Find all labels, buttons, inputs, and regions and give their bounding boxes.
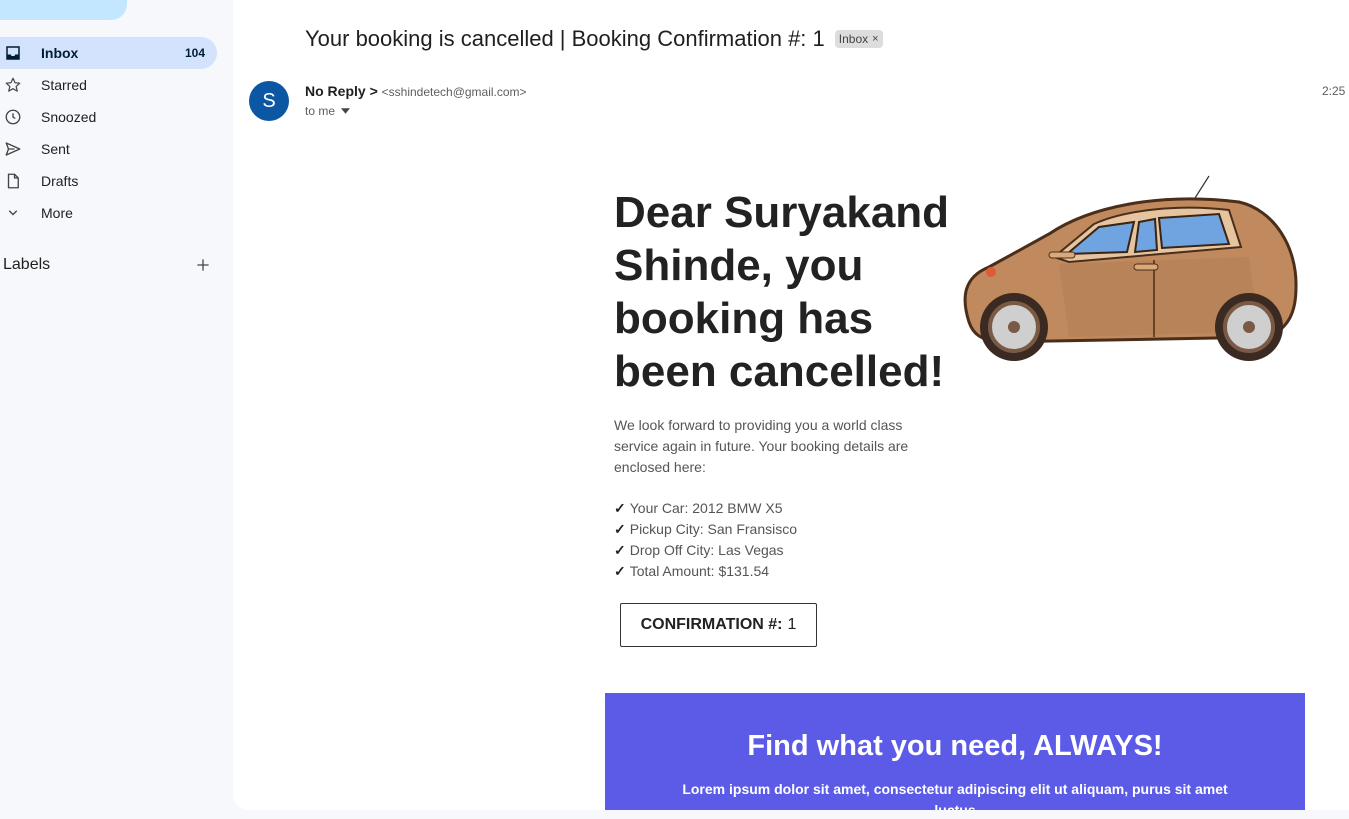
confirmation-label: CONFIRMATION #: xyxy=(640,616,783,633)
check-icon: ✓ xyxy=(614,500,626,516)
email-headline: Dear Suryakand Shinde, you booking has b… xyxy=(614,188,950,396)
labels-header: Labels xyxy=(3,255,213,275)
check-icon: ✓ xyxy=(614,563,626,579)
email-time: 2:25 PM xyxy=(1322,84,1349,98)
sidebar-item-more[interactable]: More xyxy=(0,197,217,229)
booking-details-list: ✓ Your Car: 2012 BMW X5 ✓ Pickup City: San… xyxy=(614,498,797,582)
sender-email: <sshindetech@gmail.com> xyxy=(381,85,527,99)
detail-text: Total Amount: $131.54 xyxy=(629,563,770,579)
detail-item-dropoff: ✓ Drop Off City: Las Vegas xyxy=(614,540,797,561)
detail-text: Your Car: 2012 BMW X5 xyxy=(629,500,783,516)
sidebar-item-label: More xyxy=(41,205,73,221)
star-icon xyxy=(4,76,22,94)
sidebar-item-inbox[interactable]: Inbox 104 xyxy=(0,37,217,69)
inbox-count: 104 xyxy=(184,46,205,60)
check-icon: ✓ xyxy=(614,521,626,537)
confirmation-value: 1 xyxy=(787,616,797,633)
subject-text: Your booking is cancelled | Booking Conf… xyxy=(305,26,825,51)
sidebar-item-starred[interactable]: Starred xyxy=(0,69,217,101)
chip-label: Inbox xyxy=(838,32,869,46)
sender-line: No Reply > <sshindetech@gmail.com> xyxy=(305,83,527,99)
sidebar-item-label: Inbox xyxy=(41,45,79,61)
car-illustration xyxy=(959,172,1304,372)
caret-down-icon xyxy=(341,108,351,114)
detail-item-car: ✓ Your Car: 2012 BMW X5 xyxy=(614,498,797,519)
compose-button[interactable] xyxy=(0,0,127,20)
email-subject: Your booking is cancelled | Booking Conf… xyxy=(305,26,883,52)
sidebar-item-label: Drafts xyxy=(41,173,79,189)
detail-text: Drop Off City: Las Vegas xyxy=(629,542,784,558)
detail-item-pickup: ✓ Pickup City: San Fransisco xyxy=(614,519,797,540)
chevron-down-icon xyxy=(4,204,22,222)
inbox-icon xyxy=(4,44,22,62)
promo-banner: Find what you need, ALWAYS! Lorem ipsum … xyxy=(605,693,1305,810)
banner-text: Lorem ipsum dolor sit amet, consectetur … xyxy=(682,781,1228,810)
email-intro: We look forward to providing you a world… xyxy=(614,417,909,475)
detail-item-total: ✓ Total Amount: $131.54 xyxy=(614,561,797,582)
recipient-details-toggle[interactable]: to me xyxy=(305,104,351,118)
check-icon: ✓ xyxy=(614,542,626,558)
sender-name[interactable]: No Reply > xyxy=(305,83,378,99)
sidebar-item-snoozed[interactable]: Snoozed xyxy=(0,101,217,133)
detail-text: Pickup City: San Fransisco xyxy=(629,521,798,537)
to-label: to me xyxy=(305,104,336,118)
sidebar-item-sent[interactable]: Sent xyxy=(0,133,217,165)
sidebar-nav: Inbox 104 Starred Snoozed Sent Drafts Mo… xyxy=(0,37,233,229)
remove-label-icon[interactable]: × xyxy=(872,33,878,45)
sidebar-item-drafts[interactable]: Drafts xyxy=(0,165,217,197)
email-view: Your booking is cancelled | Booking Conf… xyxy=(233,0,1349,810)
banner-title: Find what you need, ALWAYS! xyxy=(747,730,1163,762)
add-label-icon[interactable] xyxy=(193,255,213,275)
draft-file-icon xyxy=(4,172,22,190)
clock-icon xyxy=(4,108,22,126)
sidebar-item-label: Sent xyxy=(41,141,70,157)
confirmation-box: CONFIRMATION #: 1 xyxy=(620,603,817,647)
sidebar-item-label: Snoozed xyxy=(41,109,97,125)
inbox-label-chip: Inbox × xyxy=(834,30,883,48)
sidebar-item-label: Starred xyxy=(41,77,87,93)
send-icon xyxy=(4,140,22,158)
labels-heading: Labels xyxy=(3,256,51,273)
avatar[interactable]: S xyxy=(249,81,289,121)
